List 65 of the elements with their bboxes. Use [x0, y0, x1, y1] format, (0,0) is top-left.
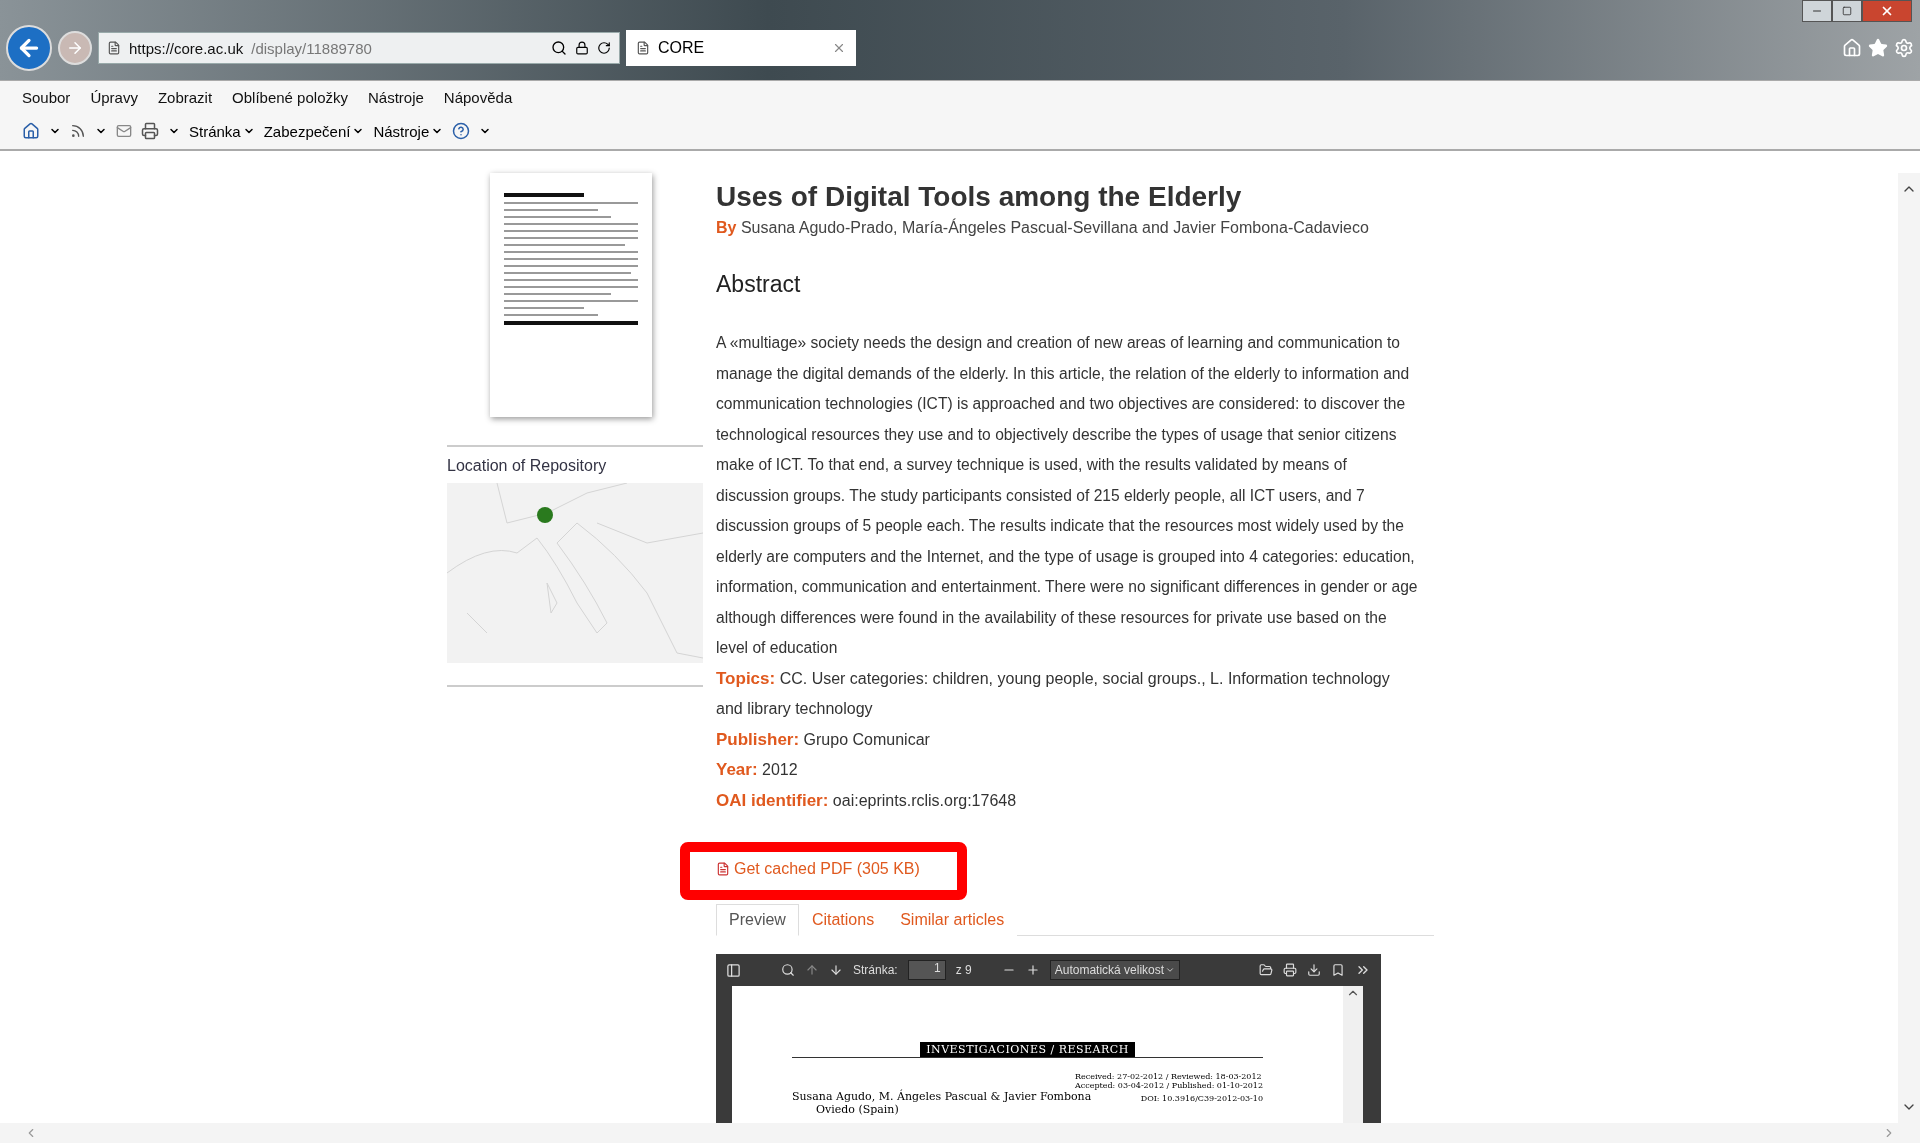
metadata-field: Topics: CC. User categories: children, young people, social groups., L. Information technology and library technology — [716, 663, 1420, 725]
page-count: z 9 — [955, 963, 972, 977]
lock-icon — [575, 41, 589, 55]
menu-item[interactable]: Nástroje — [368, 88, 424, 106]
forward-button[interactable] — [58, 31, 92, 65]
refresh-icon[interactable] — [597, 41, 611, 55]
article-title: Uses of Digital Tools among the Elderly — [716, 181, 1243, 213]
restore-button[interactable] — [1832, 0, 1862, 22]
author-line: By Susana Agudo-Prado, María-Ángeles Pascual-Sevillana and Javier Fombona-Cadavieco — [716, 219, 1370, 237]
close-button[interactable] — [1862, 0, 1912, 22]
toolbar-menu[interactable]: Stránka — [189, 122, 255, 140]
tab[interactable]: Preview — [716, 904, 799, 936]
bookmark-icon[interactable] — [1331, 963, 1345, 977]
metadata-field: Year: 2012 — [716, 755, 1420, 786]
menu-item[interactable]: Soubor — [22, 88, 71, 106]
restore-icon — [1842, 6, 1852, 16]
date-text: Accepted: 03-04-2012 / Published: 01-10-2012 — [1074, 1081, 1263, 1090]
print-icon[interactable] — [1283, 963, 1297, 977]
settings-icon[interactable] — [1894, 38, 1914, 58]
pdf-file-icon — [716, 862, 730, 876]
next-page-icon[interactable] — [829, 963, 843, 977]
back-button[interactable] — [6, 25, 52, 71]
mail-icon[interactable] — [116, 123, 132, 139]
search-icon[interactable] — [781, 963, 795, 977]
caret-icon — [1164, 965, 1175, 975]
close-icon — [1880, 4, 1894, 18]
feed-icon[interactable] — [70, 123, 86, 139]
section-heading: Abstract — [716, 271, 802, 298]
previous-page-icon[interactable] — [805, 963, 819, 977]
page-label: Stránka: — [853, 963, 898, 977]
home-icon[interactable] — [22, 122, 40, 140]
search-icon[interactable] — [551, 40, 567, 56]
url-host: https://core.ac.uk — [129, 39, 244, 57]
minimize-button[interactable] — [1802, 0, 1832, 22]
menu-item[interactable]: Nápověda — [443, 88, 513, 106]
address-bar[interactable]: https://core.ac.uk /display/11889780 — [98, 32, 620, 64]
toolbar-menu[interactable]: Zabezpečení — [263, 122, 365, 140]
print-icon[interactable] — [141, 122, 159, 140]
forward-arrow-icon — [66, 39, 84, 57]
date-text: Received: 27-02-2012 / Reviewed: 18-03-2012 — [1074, 1072, 1263, 1081]
toolbar-menu[interactable]: Nástroje — [373, 122, 444, 140]
open-file-icon[interactable] — [1259, 963, 1273, 977]
doi-text: DOI: 10.3916/C39-2012-03-10 — [1140, 1094, 1263, 1103]
zoom-select[interactable]: Automatická velikost — [1049, 960, 1180, 980]
download-icon[interactable] — [1307, 963, 1321, 977]
url-path: /display/11889780 — [251, 39, 373, 57]
browser-tab[interactable]: CORE — [626, 30, 856, 66]
metadata-field: OAI identifier: oai:eprints.rclis.org:17648 — [716, 785, 1420, 816]
metadata-field: Publisher: Grupo Comunicar — [716, 724, 1420, 755]
page-icon — [636, 41, 650, 55]
abstract-text: A «multiage» society needs the design and creation of new areas of learning and communication to manage the digital demands of the elderly. In this article, the relation of the elderly to information and communication technologies (ICT) is approached and two objectives are considered: to discover the technological resources they use and to objectively describe the types of usage that senior citizens make of ICT. To that end, a survey technique is used, with the results validated by means of discussion groups. The study participants consisted of 215 elderly people, all ICT users, and 7 discussion groups of 5 people each. The results indicate that the resources most widely used by the elderly are computers and the Internet, and the type of usage is grouped into 4 categories: education, information, communication and entertainment. There were no significant differences in gender or age although differences were found in the availability of these resources for private use based on the level of education — [716, 333, 1419, 658]
section-banner: INVESTIGACIONES / RESEARCH — [920, 1042, 1135, 1057]
page-icon — [107, 41, 121, 55]
location-text: Oviedo (Spain) — [816, 1103, 900, 1116]
help-icon[interactable] — [452, 122, 471, 140]
menu-item[interactable]: Oblíbené položky — [232, 88, 348, 106]
star-icon[interactable] — [1868, 38, 1888, 58]
page-number-field[interactable]: 1 — [907, 960, 946, 980]
zoom-in-icon[interactable] — [1025, 963, 1040, 977]
close-icon[interactable] — [832, 41, 846, 55]
sidebar-toggle-icon[interactable] — [726, 962, 741, 978]
pdf-link[interactable]: Get cached PDF (305 KB) — [716, 860, 920, 878]
author-text: Susana Agudo, M. Ángeles Pascual & Javier Fombona — [792, 1090, 1092, 1103]
menu-item[interactable]: Zobrazit — [157, 88, 213, 106]
menu-item[interactable]: Úpravy — [90, 88, 138, 106]
